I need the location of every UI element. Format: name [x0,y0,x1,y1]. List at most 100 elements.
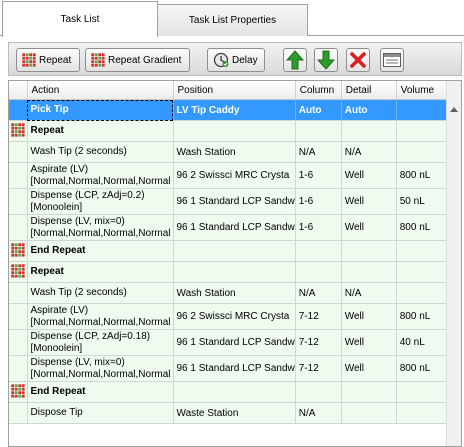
toolbar: Repeat Repeat Gradient Delay [8,42,462,76]
cell-column[interactable] [295,240,342,262]
cell-detail[interactable]: Auto [341,99,397,121]
cell-action[interactable]: Dispense (LV, mix=0) [Normal,Normal,Norma… [27,355,174,382]
table-row[interactable]: Aspirate (LV) [Normal,Normal,Normal,Norma… [9,303,461,330]
cell-column[interactable]: 7-12 [295,355,342,382]
repeat-button-label: Repeat [39,54,72,66]
cell-position[interactable] [173,261,296,283]
cell-action[interactable]: End Repeat [27,381,174,403]
cell-position[interactable]: Wash Station [173,282,296,304]
delete-x-icon [350,52,366,68]
cell-detail[interactable] [341,120,397,142]
vertical-scrollbar[interactable] [446,81,461,446]
tab-task-list-properties[interactable]: Task List Properties [157,4,308,36]
table-row[interactable]: Dispose Tip Waste Station N/A [9,402,461,424]
cell-action[interactable]: Dispose Tip [27,402,174,424]
cell-position[interactable]: 96 1 Standard LCP Sandw [173,355,296,382]
cell-position[interactable]: Waste Station [173,402,296,424]
clock-icon [213,52,229,68]
cell-detail[interactable] [341,381,397,403]
cell-action[interactable]: Wash Tip (2 seconds) [27,282,174,304]
table-row[interactable]: Wash Tip (2 seconds) Wash Station N/A N/A [9,282,461,304]
cell-detail[interactable]: Well [341,214,397,241]
cell-position[interactable]: 96 1 Standard LCP Sandw [173,188,296,215]
cell-column[interactable] [295,381,342,403]
end-repeat-row[interactable]: End Repeat [9,240,461,262]
task-list-grid[interactable]: Action Position Column Detail Volume Pic… [8,80,462,447]
cell-action[interactable]: Repeat [27,261,174,283]
cell-action[interactable]: Dispense (LCP, zAdj=0.2) [Monoolein] [27,188,174,215]
table-row[interactable]: Wash Tip (2 seconds) Wash Station N/A N/A [9,141,461,163]
cell-action[interactable]: Aspirate (LV) [Normal,Normal,Normal,Norma… [27,303,174,330]
header-column[interactable]: Column [295,81,342,100]
cell-column[interactable]: 7-12 [295,303,342,330]
tab-task-list[interactable]: Task List [2,1,158,37]
cell-column[interactable] [295,120,342,142]
cell-action[interactable]: Dispense (LV, mix=0) [Normal,Normal,Norma… [27,214,174,241]
cell-detail[interactable]: Well [341,329,397,356]
properties-button[interactable] [380,48,404,72]
cell-column[interactable]: N/A [295,141,342,163]
cell-position[interactable]: Wash Station [173,141,296,163]
repeat-gradient-button[interactable]: Repeat Gradient [85,48,190,72]
cell-action[interactable]: Repeat [27,120,174,142]
cell-column[interactable]: 1-6 [295,214,342,241]
row-indicator [9,240,28,262]
repeat-row[interactable]: Repeat [9,120,461,142]
table-row[interactable]: Dispense (LV, mix=0) [Normal,Normal,Norma… [9,214,461,241]
cell-action-line: Dispense (LV, mix=0) [30,215,125,227]
move-up-button[interactable] [283,48,307,72]
cell-action-line: [Normal,Normal,Normal,Normal [30,175,171,187]
cell-column[interactable]: N/A [295,402,342,424]
row-indicator [9,99,28,121]
cell-action-line: [Normal,Normal,Normal,Normal [30,316,171,328]
delete-button[interactable] [346,48,370,72]
table-row[interactable]: Aspirate (LV) [Normal,Normal,Normal,Norma… [9,162,461,189]
cell-position[interactable]: LV Tip Caddy [173,99,296,121]
header-detail[interactable]: Detail [341,81,397,100]
cell-detail[interactable]: Well [341,303,397,330]
cell-column[interactable]: 7-12 [295,329,342,356]
table-row[interactable]: Dispense (LCP, zAdj=0.18) [Monoolein] 96 1… [9,329,461,356]
move-down-button[interactable] [314,48,338,72]
cell-action[interactable]: Dispense (LCP, zAdj=0.18) [Monoolein] [27,329,174,356]
cell-action[interactable]: Pick Tip [27,99,174,121]
cell-detail[interactable]: N/A [341,282,397,304]
table-row[interactable]: Dispense (LCP, zAdj=0.2) [Monoolein] 96 1 … [9,188,461,215]
cell-detail[interactable] [341,402,397,424]
cell-action[interactable]: Aspirate (LV) [Normal,Normal,Normal,Norma… [27,162,174,189]
cell-position[interactable]: 96 2 Swissci MRC Crysta [173,303,296,330]
repeat-grid-icon [11,263,25,278]
cell-action[interactable]: End Repeat [27,240,174,262]
row-indicator [9,188,28,215]
cell-detail[interactable] [341,240,397,262]
cell-detail[interactable]: Well [341,188,397,215]
table-row[interactable]: Pick Tip LV Tip Caddy Auto Auto [9,99,461,121]
scroll-up-arrow-icon[interactable] [450,107,458,112]
delay-button[interactable]: Delay [207,48,265,72]
cell-detail[interactable] [341,261,397,283]
cell-action-line: End Repeat [30,245,86,256]
table-row[interactable]: Dispense (LV, mix=0) [Normal,Normal,Norma… [9,355,461,382]
cell-position[interactable] [173,240,296,262]
cell-position[interactable]: 96 2 Swissci MRC Crysta [173,162,296,189]
cell-action[interactable]: Wash Tip (2 seconds) [27,141,174,163]
cell-position[interactable] [173,381,296,403]
repeat-row[interactable]: Repeat [9,261,461,283]
cell-column[interactable]: N/A [295,282,342,304]
header-position[interactable]: Position [173,81,296,100]
cell-position[interactable] [173,120,296,142]
header-action[interactable]: Action [27,81,174,100]
cell-detail[interactable]: N/A [341,141,397,163]
repeat-button[interactable]: Repeat [16,48,80,72]
end-repeat-row[interactable]: End Repeat [9,381,461,403]
cell-detail[interactable]: Well [341,355,397,382]
cell-action-line: Aspirate (LV) [30,163,89,175]
cell-column[interactable]: 1-6 [295,162,342,189]
cell-position[interactable]: 96 1 Standard LCP Sandw [173,214,296,241]
cell-position[interactable]: 96 1 Standard LCP Sandw [173,329,296,356]
cell-column[interactable]: 1-6 [295,188,342,215]
row-indicator [9,355,28,382]
cell-detail[interactable]: Well [341,162,397,189]
cell-column[interactable] [295,261,342,283]
cell-column[interactable]: Auto [295,99,342,121]
